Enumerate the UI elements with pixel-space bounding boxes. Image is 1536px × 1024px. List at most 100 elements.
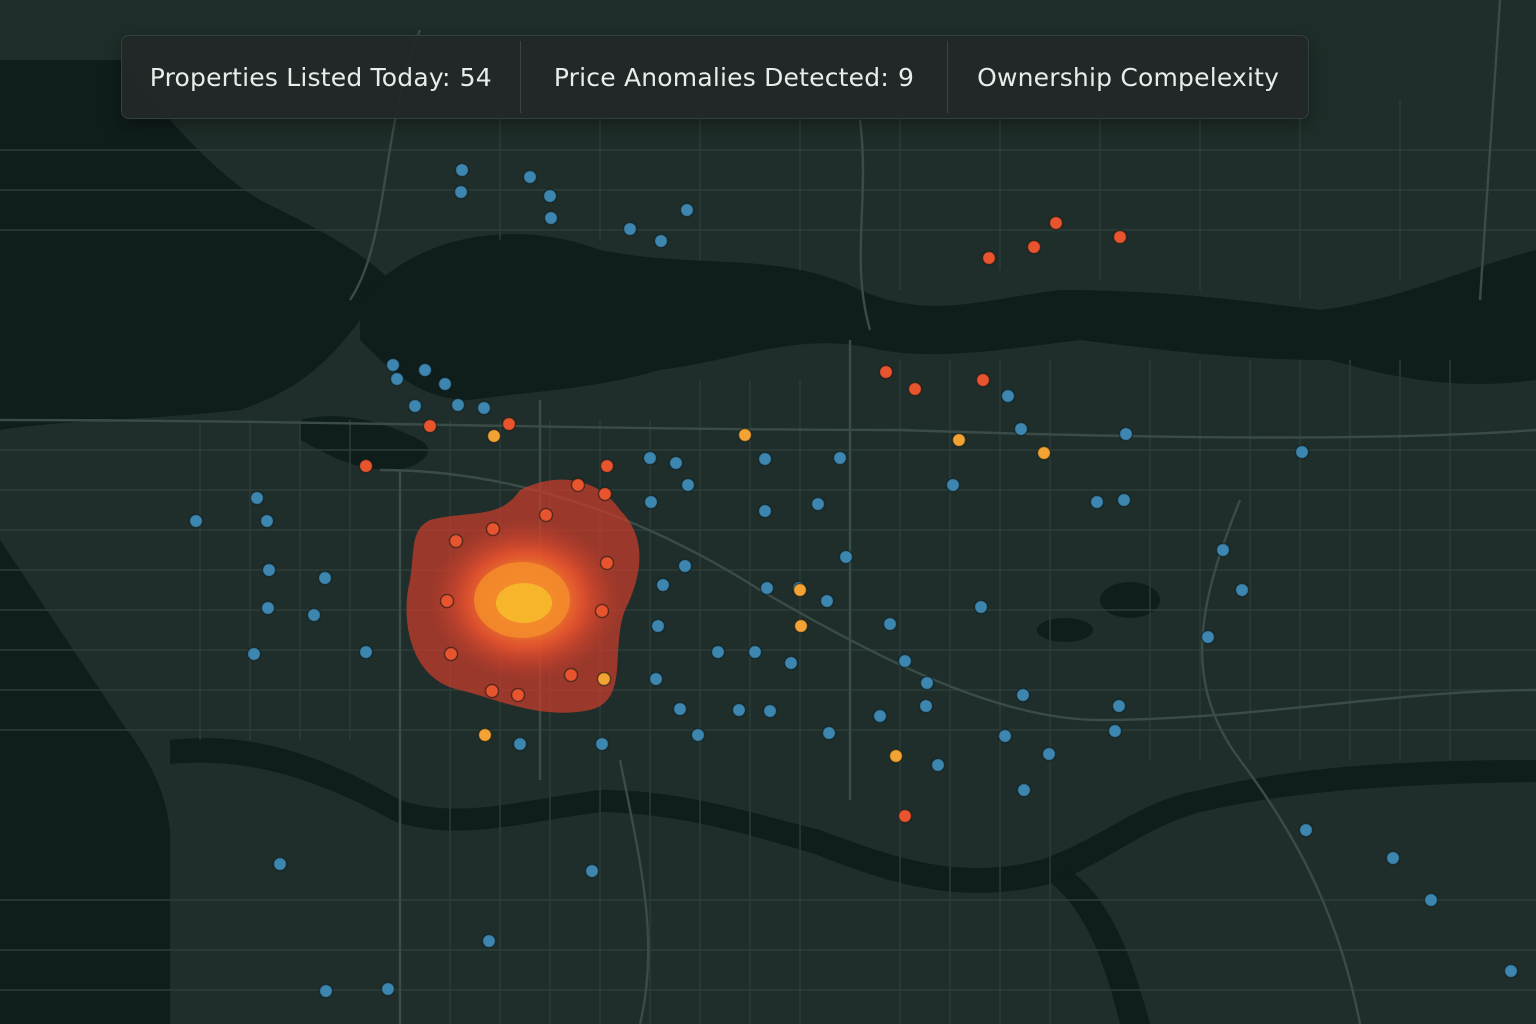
anomaly-marker[interactable] xyxy=(878,364,894,380)
property-marker[interactable] xyxy=(710,644,726,660)
property-marker[interactable] xyxy=(417,362,433,378)
property-marker[interactable] xyxy=(522,169,538,185)
property-marker[interactable] xyxy=(1234,582,1250,598)
property-marker[interactable] xyxy=(997,728,1013,744)
property-marker[interactable] xyxy=(1015,687,1031,703)
property-marker[interactable] xyxy=(832,450,848,466)
flagged-marker[interactable] xyxy=(486,428,502,444)
property-marker[interactable] xyxy=(810,496,826,512)
anomaly-marker[interactable] xyxy=(439,593,455,609)
property-marker[interactable] xyxy=(1200,629,1216,645)
property-marker[interactable] xyxy=(594,736,610,752)
property-marker[interactable] xyxy=(453,184,469,200)
property-marker[interactable] xyxy=(1016,782,1032,798)
property-marker[interactable] xyxy=(476,400,492,416)
property-marker[interactable] xyxy=(821,725,837,741)
property-marker[interactable] xyxy=(930,757,946,773)
property-marker[interactable] xyxy=(1215,542,1231,558)
property-marker[interactable] xyxy=(249,490,265,506)
anomaly-marker[interactable] xyxy=(358,458,374,474)
property-marker[interactable] xyxy=(677,558,693,574)
flagged-marker[interactable] xyxy=(888,748,904,764)
property-marker[interactable] xyxy=(731,702,747,718)
anomaly-marker[interactable] xyxy=(538,507,554,523)
property-marker[interactable] xyxy=(1503,963,1519,979)
property-marker[interactable] xyxy=(690,727,706,743)
property-marker[interactable] xyxy=(897,653,913,669)
property-marker[interactable] xyxy=(1294,444,1310,460)
anomaly-marker[interactable] xyxy=(897,808,913,824)
property-marker[interactable] xyxy=(358,644,374,660)
property-marker[interactable] xyxy=(642,450,658,466)
property-marker[interactable] xyxy=(261,562,277,578)
property-marker[interactable] xyxy=(622,221,638,237)
anomaly-marker[interactable] xyxy=(485,521,501,537)
anomaly-marker[interactable] xyxy=(599,458,615,474)
property-marker[interactable] xyxy=(407,398,423,414)
property-marker[interactable] xyxy=(973,599,989,615)
property-marker[interactable] xyxy=(650,618,666,634)
property-marker[interactable] xyxy=(1116,492,1132,508)
property-marker[interactable] xyxy=(437,376,453,392)
property-marker[interactable] xyxy=(648,671,664,687)
property-marker[interactable] xyxy=(783,655,799,671)
property-marker[interactable] xyxy=(945,477,961,493)
property-marker[interactable] xyxy=(838,549,854,565)
property-marker[interactable] xyxy=(759,580,775,596)
flagged-marker[interactable] xyxy=(793,618,809,634)
property-marker[interactable] xyxy=(643,494,659,510)
property-marker[interactable] xyxy=(450,397,466,413)
flagged-marker[interactable] xyxy=(477,727,493,743)
anomaly-marker[interactable] xyxy=(422,418,438,434)
property-marker[interactable] xyxy=(188,513,204,529)
property-marker[interactable] xyxy=(680,477,696,493)
property-marker[interactable] xyxy=(655,577,671,593)
property-marker[interactable] xyxy=(919,675,935,691)
property-marker[interactable] xyxy=(512,736,528,752)
anomaly-marker[interactable] xyxy=(597,486,613,502)
property-marker[interactable] xyxy=(679,202,695,218)
anomaly-marker[interactable] xyxy=(599,555,615,571)
anomaly-marker[interactable] xyxy=(1112,229,1128,245)
anomaly-marker[interactable] xyxy=(1048,215,1064,231)
property-marker[interactable] xyxy=(259,513,275,529)
property-marker[interactable] xyxy=(882,616,898,632)
anomaly-marker[interactable] xyxy=(510,687,526,703)
flagged-marker[interactable] xyxy=(951,432,967,448)
property-marker[interactable] xyxy=(385,357,401,373)
property-marker[interactable] xyxy=(918,698,934,714)
anomaly-marker[interactable] xyxy=(1026,239,1042,255)
anomaly-marker[interactable] xyxy=(975,372,991,388)
property-marker[interactable] xyxy=(584,863,600,879)
anomaly-marker[interactable] xyxy=(570,477,586,493)
property-marker[interactable] xyxy=(454,162,470,178)
property-marker[interactable] xyxy=(306,607,322,623)
flagged-marker[interactable] xyxy=(737,427,753,443)
property-marker[interactable] xyxy=(1041,746,1057,762)
property-marker[interactable] xyxy=(1298,822,1314,838)
anomaly-marker[interactable] xyxy=(484,683,500,699)
property-marker[interactable] xyxy=(318,983,334,999)
flagged-marker[interactable] xyxy=(1036,445,1052,461)
anomaly-marker[interactable] xyxy=(563,667,579,683)
property-marker[interactable] xyxy=(389,371,405,387)
property-marker[interactable] xyxy=(672,701,688,717)
property-marker[interactable] xyxy=(260,600,276,616)
property-marker[interactable] xyxy=(380,981,396,997)
property-marker[interactable] xyxy=(747,644,763,660)
property-marker[interactable] xyxy=(317,570,333,586)
property-marker[interactable] xyxy=(872,708,888,724)
property-marker[interactable] xyxy=(1107,723,1123,739)
property-marker[interactable] xyxy=(543,210,559,226)
property-marker[interactable] xyxy=(272,856,288,872)
property-marker[interactable] xyxy=(668,455,684,471)
property-marker[interactable] xyxy=(757,503,773,519)
property-marker[interactable] xyxy=(1089,494,1105,510)
anomaly-marker[interactable] xyxy=(594,603,610,619)
property-marker[interactable] xyxy=(762,703,778,719)
property-marker[interactable] xyxy=(481,933,497,949)
property-marker[interactable] xyxy=(1013,421,1029,437)
map-canvas[interactable] xyxy=(0,0,1536,1024)
property-marker[interactable] xyxy=(1423,892,1439,908)
property-marker[interactable] xyxy=(819,593,835,609)
